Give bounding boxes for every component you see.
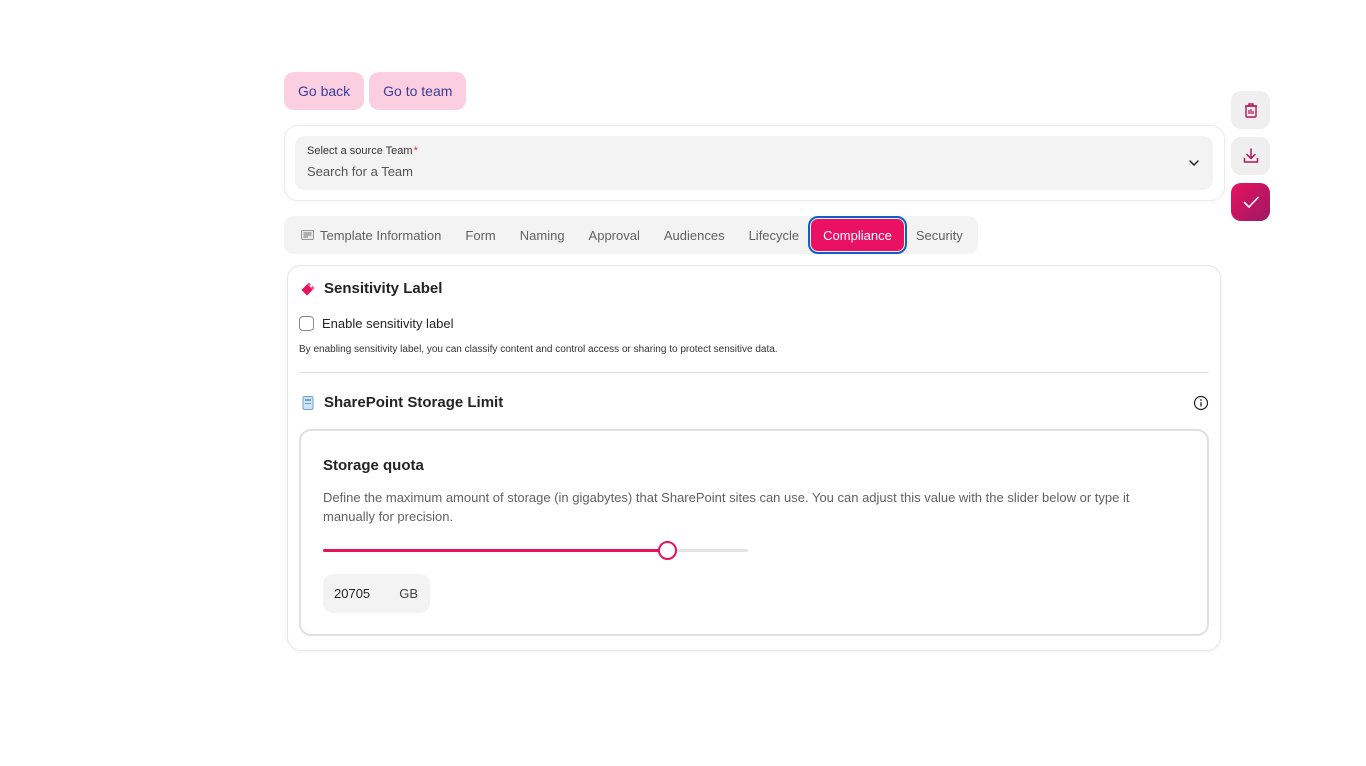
template-editor: Go back Go to team Select a source Team*… xyxy=(0,0,1366,766)
source-team-label-text: Select a source Team xyxy=(307,145,413,157)
source-team-label: Select a source Team* xyxy=(307,145,418,157)
sensitivity-checkbox[interactable] xyxy=(299,316,314,331)
storage-quota-card: Storage quota Define the maximum amount … xyxy=(299,429,1209,636)
download-icon xyxy=(1243,148,1258,163)
source-team-placeholder: Search for a Team xyxy=(307,164,413,179)
sensitivity-title: Sensitivity Label xyxy=(324,280,443,297)
label-tag-icon xyxy=(301,282,315,295)
side-action-bar xyxy=(1231,91,1270,221)
storage-icon xyxy=(302,395,314,410)
sensitivity-hint: By enabling sensitivity label, you can c… xyxy=(299,344,778,355)
required-marker: * xyxy=(413,145,418,157)
storage-value: 20705 xyxy=(334,586,371,601)
source-team-dropdown[interactable]: Select a source Team* Search for a Team xyxy=(295,136,1213,190)
storage-unit: GB xyxy=(399,586,418,601)
save-button[interactable] xyxy=(1231,183,1270,221)
tab-lifecycle[interactable]: Lifecycle xyxy=(737,219,812,251)
storage-header: SharePoint Storage Limit xyxy=(300,394,503,411)
quota-description: Define the maximum amount of storage (in… xyxy=(323,490,1130,524)
tab-form[interactable]: Form xyxy=(453,219,507,251)
slider-fill xyxy=(323,549,668,552)
top-nav-buttons: Go back Go to team xyxy=(284,72,467,110)
checkmark-icon xyxy=(1243,196,1259,208)
source-team-card: Select a source Team* Search for a Team xyxy=(284,125,1225,201)
quota-title: Storage quota xyxy=(323,457,424,474)
sensitivity-checkbox-row: Enable sensitivity label xyxy=(299,316,454,331)
template-info-icon xyxy=(301,230,314,240)
tab-naming[interactable]: Naming xyxy=(508,219,577,251)
tab-label: Template Information xyxy=(320,227,442,243)
storage-value-input[interactable]: 20705 GB xyxy=(323,574,430,613)
tab-approval[interactable]: Approval xyxy=(577,219,652,251)
go-back-button[interactable]: Go back xyxy=(284,72,365,110)
slider-thumb[interactable] xyxy=(658,541,678,560)
go-to-team-button[interactable]: Go to team xyxy=(369,72,467,110)
sensitivity-header: Sensitivity Label xyxy=(300,280,442,297)
tab-security[interactable]: Security xyxy=(904,219,975,251)
delete-button[interactable] xyxy=(1231,91,1270,129)
tab-compliance[interactable]: Compliance xyxy=(808,216,907,254)
storage-slider[interactable] xyxy=(323,541,748,561)
tab-audiences[interactable]: Audiences xyxy=(652,219,737,251)
storage-title: SharePoint Storage Limit xyxy=(324,394,504,411)
delete-icon xyxy=(1244,103,1257,118)
tab-template-information[interactable]: Template Information xyxy=(289,219,453,251)
section-divider xyxy=(299,372,1209,373)
tab-list: Template Information Form Naming Approva… xyxy=(284,216,978,254)
compliance-panel: Sensitivity Label Enable sensitivity lab… xyxy=(287,265,1221,651)
download-button[interactable] xyxy=(1231,137,1270,175)
sensitivity-checkbox-label[interactable]: Enable sensitivity label xyxy=(322,316,454,331)
chevron-down-icon xyxy=(1189,160,1199,166)
info-icon[interactable] xyxy=(1193,395,1209,411)
